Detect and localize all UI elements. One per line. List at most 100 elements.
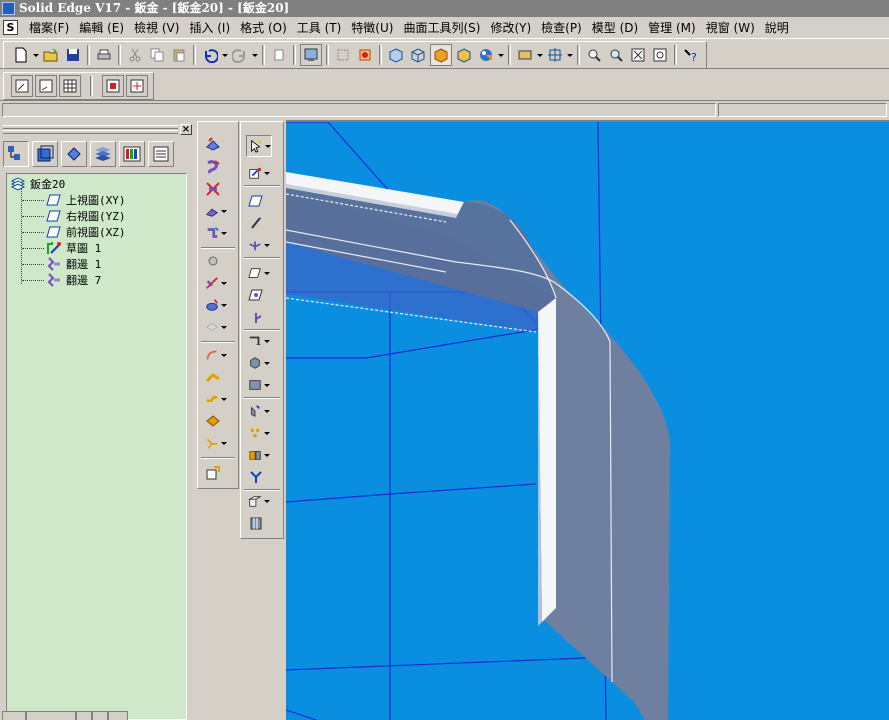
- render-dropdown[interactable]: [497, 45, 505, 65]
- fit-dropdown[interactable]: [566, 45, 574, 65]
- sketch-icon[interactable]: [11, 75, 33, 97]
- line-tool-icon[interactable]: [246, 331, 270, 351]
- offset-tool-icon[interactable]: [246, 285, 270, 305]
- tree-item-flange-7[interactable]: 翻邊 7: [46, 272, 101, 288]
- paste-special-icon[interactable]: [269, 45, 289, 65]
- redo-icon[interactable]: [230, 45, 250, 65]
- fit-icon[interactable]: [545, 45, 565, 65]
- contour-flange-icon[interactable]: [203, 157, 227, 177]
- feature-library-icon[interactable]: [148, 141, 174, 167]
- undo-icon[interactable]: [200, 45, 220, 65]
- panel-tab[interactable]: [2, 711, 26, 720]
- fit-all-icon[interactable]: [628, 45, 648, 65]
- menu-item-7[interactable]: 曲面工具列(S): [398, 19, 485, 36]
- document-icon[interactable]: S: [3, 20, 18, 35]
- tree-root[interactable]: 鈑金20: [10, 176, 65, 192]
- unbend-icon[interactable]: [203, 367, 227, 387]
- tree-item-sketch[interactable]: 草圖 1: [46, 240, 101, 256]
- save-icon[interactable]: [63, 45, 83, 65]
- convert-icon[interactable]: [203, 463, 227, 483]
- plane-tool-icon[interactable]: [246, 191, 270, 211]
- cut-icon[interactable]: [125, 45, 145, 65]
- hole-icon[interactable]: [203, 295, 227, 315]
- menu-item-13[interactable]: 說明: [760, 19, 794, 36]
- flange-icon[interactable]: [203, 201, 227, 221]
- menu-item-8[interactable]: 修改(Y): [485, 19, 536, 36]
- menu-item-12[interactable]: 視窗 (W): [701, 19, 760, 36]
- select-add-icon[interactable]: [355, 45, 375, 65]
- shaded-icon[interactable]: [430, 44, 452, 66]
- family-of-parts-icon[interactable]: [61, 141, 87, 167]
- new-icon[interactable]: [11, 45, 31, 65]
- new-dropdown[interactable]: [32, 45, 40, 65]
- zoom-area-icon[interactable]: [584, 45, 604, 65]
- intellisketch-icon[interactable]: [102, 75, 124, 97]
- menu-item-3[interactable]: 插入 (I): [184, 19, 235, 36]
- close-icon[interactable]: ×: [180, 124, 192, 135]
- menu-item-10[interactable]: 模型 (D): [587, 19, 643, 36]
- help-icon[interactable]: ?: [681, 45, 701, 65]
- panel-tab[interactable]: [108, 711, 128, 720]
- grid-icon[interactable]: [59, 75, 81, 97]
- dimple-icon[interactable]: [203, 251, 227, 271]
- menu-item-9[interactable]: 檢查(P): [536, 19, 587, 36]
- tree-item-right-plane[interactable]: 右視圖(YZ): [46, 208, 126, 224]
- redo-dropdown[interactable]: [251, 45, 259, 65]
- model-view[interactable]: [286, 122, 889, 720]
- parts-library-icon[interactable]: [246, 467, 270, 487]
- feature-pathfinder-icon[interactable]: [3, 141, 29, 167]
- menu-item-0[interactable]: 檔案(F): [24, 19, 74, 36]
- plane-icon[interactable]: [35, 75, 57, 97]
- relations-icon[interactable]: [126, 75, 148, 97]
- surface-tool-icon[interactable]: [246, 491, 270, 511]
- mirror-tool-icon[interactable]: [246, 401, 270, 421]
- menu-item-6[interactable]: 特徵(U): [346, 19, 398, 36]
- menu-item-5[interactable]: 工具 (T): [292, 19, 347, 36]
- jog-icon[interactable]: [203, 389, 227, 409]
- axis-tool-icon[interactable]: [246, 213, 270, 233]
- app-icon[interactable]: [2, 2, 15, 15]
- frame-tool-icon[interactable]: [246, 375, 270, 395]
- point-tool-icon[interactable]: [246, 307, 270, 327]
- wireframe-icon[interactable]: [408, 45, 428, 65]
- tree-item-front-plane[interactable]: 前視圖(XZ): [46, 224, 126, 240]
- sketch-tool-icon[interactable]: [246, 163, 270, 183]
- close-corner-icon[interactable]: [203, 411, 227, 431]
- measure-tool-icon[interactable]: [246, 513, 270, 533]
- menu-item-1[interactable]: 編輯 (E): [74, 19, 129, 36]
- spin-icon[interactable]: [650, 45, 670, 65]
- shell-tool-icon[interactable]: [246, 445, 270, 465]
- panel-tab[interactable]: [76, 711, 92, 720]
- layers-icon[interactable]: [32, 141, 58, 167]
- select-tool-icon[interactable]: [246, 135, 272, 157]
- undo-dropdown[interactable]: [221, 45, 229, 65]
- panel-tab[interactable]: [92, 711, 108, 720]
- break-corner-icon[interactable]: [203, 273, 227, 293]
- normal-cutout-icon[interactable]: [203, 317, 227, 337]
- corner-relief-icon[interactable]: [203, 433, 227, 453]
- menu-item-4[interactable]: 格式 (O): [235, 19, 292, 36]
- copy-icon[interactable]: [147, 45, 167, 65]
- 3d-viewport[interactable]: [286, 120, 889, 720]
- open-icon[interactable]: [41, 45, 61, 65]
- display-icon[interactable]: [300, 44, 322, 66]
- paste-icon[interactable]: [169, 45, 189, 65]
- iso-view-icon[interactable]: [386, 45, 406, 65]
- render-icon[interactable]: [476, 45, 496, 65]
- tab-icon[interactable]: [203, 135, 227, 155]
- menu-item-2[interactable]: 檢視 (V): [129, 19, 184, 36]
- bend-icon[interactable]: [203, 345, 227, 365]
- lofted-flange-icon[interactable]: [203, 179, 227, 199]
- views-dropdown[interactable]: [536, 45, 544, 65]
- views-icon[interactable]: [515, 45, 535, 65]
- sensors-icon[interactable]: [90, 141, 116, 167]
- zoom-icon[interactable]: [606, 45, 626, 65]
- menu-item-11[interactable]: 管理 (M): [643, 19, 701, 36]
- select-icon[interactable]: [333, 45, 353, 65]
- hem-icon[interactable]: [203, 223, 227, 243]
- color-icon[interactable]: [119, 141, 145, 167]
- coordinate-system-icon[interactable]: [246, 235, 270, 255]
- panel-tab[interactable]: [26, 711, 76, 720]
- rectangle-tool-icon[interactable]: [246, 263, 270, 283]
- tree-item-flange-1[interactable]: 翻邊 1: [46, 256, 101, 272]
